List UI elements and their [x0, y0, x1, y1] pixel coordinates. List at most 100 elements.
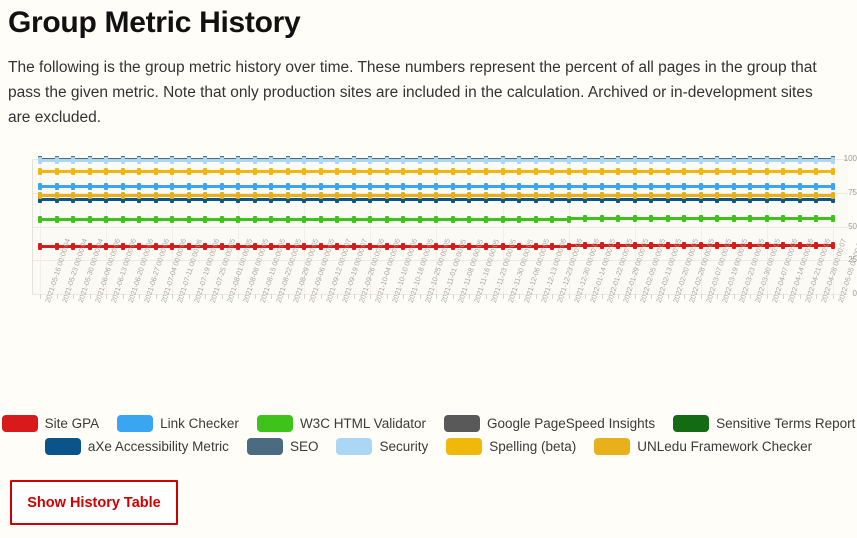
x-tick [469, 294, 471, 299]
series-marker [71, 216, 76, 224]
series-marker [698, 182, 703, 190]
series-marker [682, 182, 687, 190]
series-marker [748, 214, 753, 222]
series-marker [170, 243, 175, 251]
series-marker [550, 191, 555, 199]
series-marker [467, 216, 472, 224]
series-marker [764, 191, 769, 199]
series-marker [219, 191, 224, 199]
series-marker [401, 167, 406, 175]
series-marker [335, 182, 340, 190]
series-marker [715, 156, 720, 164]
series-marker [87, 191, 92, 199]
series-marker [483, 191, 488, 199]
legend-item[interactable]: Google PageSpeed Insights [443, 415, 655, 432]
x-tick [684, 294, 686, 299]
series-marker [368, 156, 373, 164]
x-tick [519, 294, 521, 299]
series-marker [186, 182, 191, 190]
series-marker [153, 243, 158, 251]
series-marker [38, 191, 42, 199]
series-marker [285, 156, 290, 164]
series-marker [814, 241, 819, 249]
x-tick [452, 294, 454, 299]
series-marker [550, 243, 555, 251]
series-marker [731, 214, 736, 222]
series-marker [318, 167, 323, 175]
series-marker [401, 191, 406, 199]
legend-item[interactable]: Link Checker [117, 415, 239, 432]
x-tick [717, 294, 719, 299]
series-marker [781, 241, 786, 249]
series-marker [682, 167, 687, 175]
legend-row: aXe Accessibility Metric SEO Security Spell… [0, 435, 857, 458]
series-marker [54, 243, 59, 251]
series-marker [731, 191, 736, 199]
series-marker [682, 214, 687, 222]
series-marker [335, 156, 340, 164]
series-marker [764, 214, 769, 222]
legend-item[interactable]: aXe Accessibility Metric [44, 438, 229, 455]
series-marker [748, 156, 753, 164]
gridline [32, 226, 848, 228]
x-tick [320, 294, 322, 299]
series-marker [186, 191, 191, 199]
series-marker [368, 167, 373, 175]
series-marker [137, 216, 142, 224]
series-marker [566, 191, 571, 199]
series-marker [71, 243, 76, 251]
series-marker [500, 243, 505, 251]
x-tick [40, 294, 41, 299]
series-marker [137, 191, 142, 199]
x-tick [618, 294, 620, 299]
series-marker [599, 182, 604, 190]
series-marker [583, 191, 588, 199]
series-marker [748, 191, 753, 199]
series-marker [517, 156, 522, 164]
series-marker [104, 243, 109, 251]
series-marker [830, 214, 835, 222]
series-marker [517, 191, 522, 199]
legend-item[interactable]: SEO [246, 438, 318, 455]
series-marker [87, 182, 92, 190]
legend-item[interactable]: Sensitive Terms Report [673, 415, 855, 432]
series-marker [236, 216, 241, 224]
legend-swatch [44, 438, 81, 455]
series-marker [71, 191, 76, 199]
legend-item[interactable]: Site GPA [1, 415, 99, 432]
x-tick [634, 294, 636, 299]
show-history-table-button[interactable]: Show History Table [10, 480, 178, 525]
series-marker [797, 191, 802, 199]
legend-item[interactable]: W3C HTML Validator [256, 415, 426, 432]
series-marker [351, 182, 356, 190]
series-marker [748, 182, 753, 190]
series-marker [120, 243, 125, 251]
series-marker [38, 243, 42, 251]
series-marker [120, 182, 125, 190]
series-marker [533, 243, 538, 251]
series-marker [38, 182, 42, 190]
series-marker [797, 214, 802, 222]
legend-item[interactable]: Security [336, 438, 428, 455]
series-marker [830, 191, 835, 199]
series-marker [384, 167, 389, 175]
y-tick-label: 100 [843, 154, 857, 163]
series-marker [285, 243, 290, 251]
series-marker [698, 167, 703, 175]
legend-swatch [1, 415, 38, 432]
series-marker [137, 156, 142, 164]
series-marker [814, 167, 819, 175]
series-marker [252, 156, 257, 164]
legend-swatch [336, 438, 373, 455]
x-tick [73, 294, 75, 299]
series-marker [649, 182, 654, 190]
series-marker [186, 216, 191, 224]
series-marker [599, 214, 604, 222]
series-marker [583, 182, 588, 190]
legend-item[interactable]: UNLedu Framework Checker [594, 438, 812, 455]
series-marker [153, 191, 158, 199]
series-marker [368, 216, 373, 224]
legend-item[interactable]: Spelling (beta) [446, 438, 576, 455]
series-marker [417, 182, 422, 190]
series-marker [335, 191, 340, 199]
